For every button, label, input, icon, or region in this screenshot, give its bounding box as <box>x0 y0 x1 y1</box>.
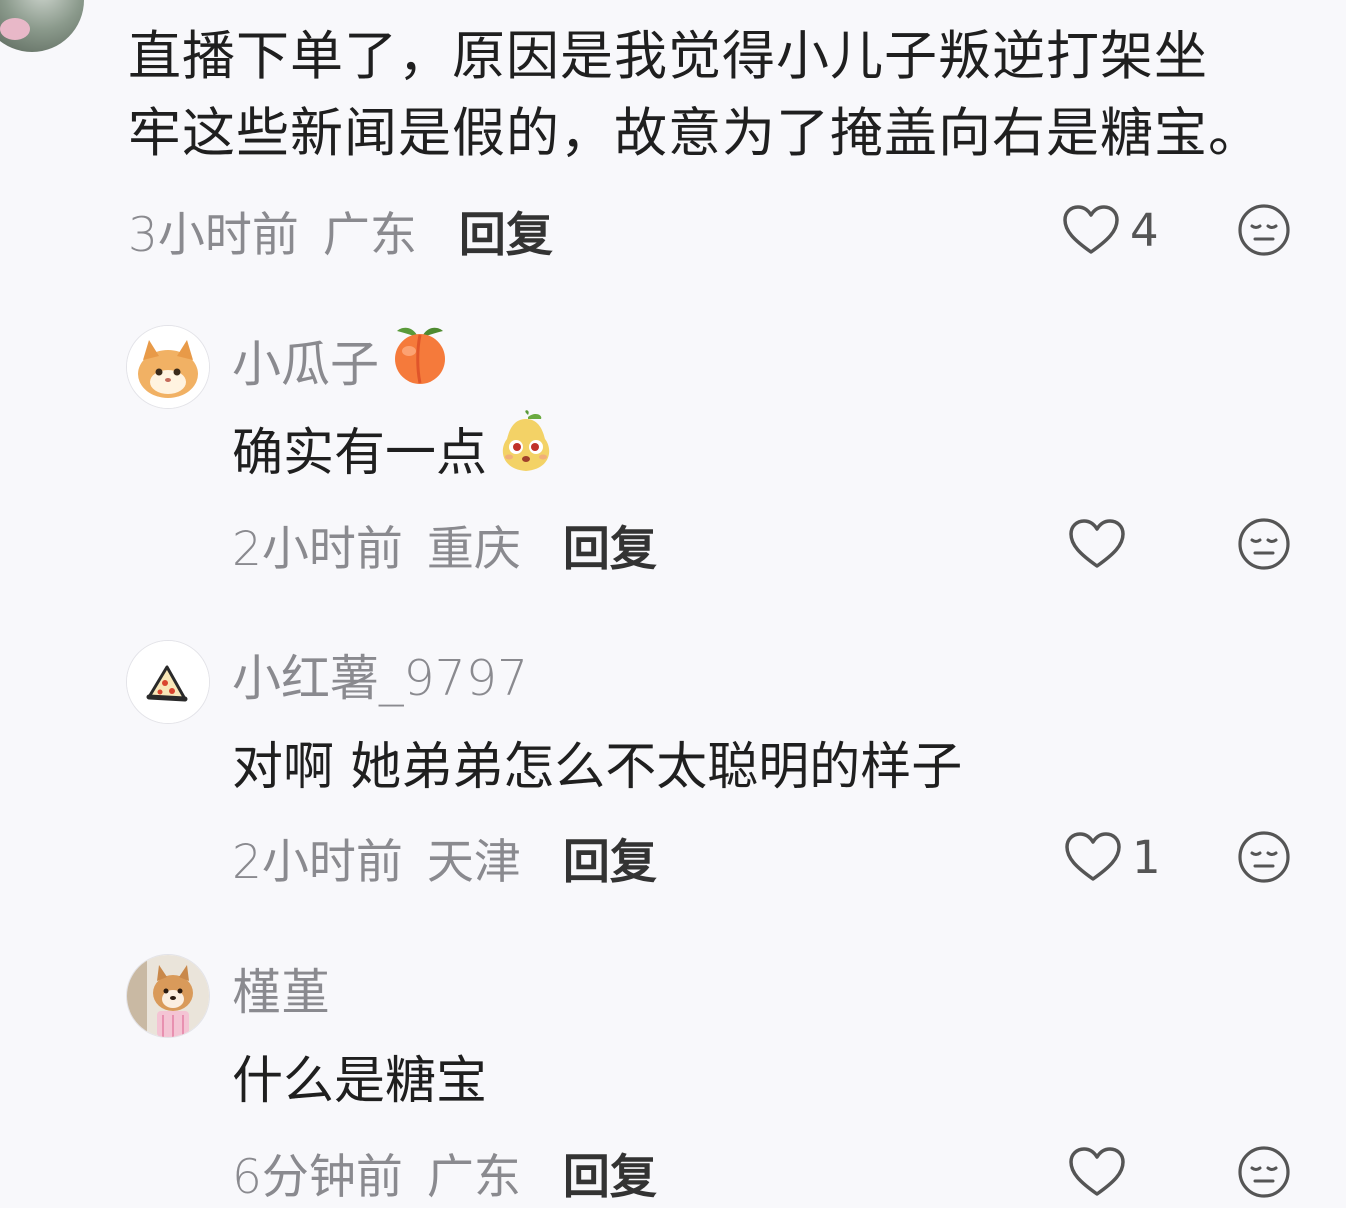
like-button[interactable]: 4 <box>1062 200 1159 260</box>
heart-icon <box>1064 831 1122 883</box>
neutral-face-icon <box>1237 830 1291 884</box>
username-text: 槿堇 <box>232 963 331 1021</box>
comment-location: 重庆 <box>426 521 521 577</box>
neutral-face-icon <box>1237 1145 1291 1199</box>
avatar[interactable] <box>126 954 210 1038</box>
like-count: 4 <box>1130 203 1159 257</box>
neutral-face-icon <box>1237 517 1291 571</box>
emoji-reaction-button[interactable] <box>1237 517 1291 571</box>
avatar[interactable] <box>0 0 84 52</box>
comment-location: 天津 <box>426 834 521 890</box>
comment-time: 2小时前 <box>232 834 403 890</box>
comment-meta: 6分钟前 广东 回复 <box>232 1142 657 1205</box>
comment-meta: 2小时前 天津 回复 <box>232 827 657 890</box>
comment-thread: 直播下单了，原因是我觉得小儿子叛逆打架坐 牢这些新闻是假的，故意为了掩盖向右是糖… <box>0 0 1346 1208</box>
comment-text: 确实有一点 <box>232 409 557 484</box>
username[interactable]: 小瓜子 <box>232 326 453 394</box>
comment-text: 什么是糖宝 <box>232 1040 487 1112</box>
username-text: 小红薯_9797 <box>232 649 529 707</box>
reply-button[interactable]: 回复 <box>563 510 657 579</box>
emoji-reaction-button[interactable] <box>1237 203 1291 257</box>
avatar[interactable] <box>126 640 210 724</box>
comment-text: 直播下单了，原因是我觉得小儿子叛逆打架坐 牢这些新闻是假的，故意为了掩盖向右是糖… <box>128 18 1328 172</box>
comment-location: 广东 <box>322 207 417 263</box>
peach-icon <box>387 321 453 399</box>
username[interactable]: 槿堇 <box>232 954 330 1022</box>
pear-face-icon <box>495 409 557 488</box>
like-button[interactable] <box>1068 1142 1136 1202</box>
username[interactable]: 小红薯_9797 <box>232 640 528 708</box>
heart-icon <box>1068 1146 1126 1198</box>
avatar[interactable] <box>126 325 210 409</box>
emoji-reaction-button[interactable] <box>1237 1145 1291 1199</box>
comment-text-body: 确实有一点 <box>232 424 488 483</box>
comment-time: 6分钟前 <box>232 1149 403 1205</box>
heart-icon <box>1068 518 1126 570</box>
comment-text-body: 什么是糖宝 <box>232 1052 488 1111</box>
username-text: 小瓜子 <box>232 335 380 393</box>
reply-button[interactable]: 回复 <box>459 196 553 265</box>
comment-time: 3小时前 <box>128 207 299 263</box>
comment-location: 广东 <box>426 1149 521 1205</box>
emoji-reaction-button[interactable] <box>1237 830 1291 884</box>
comment-time: 2小时前 <box>232 521 403 577</box>
reply-button[interactable]: 回复 <box>563 1138 657 1207</box>
like-button[interactable] <box>1068 514 1136 574</box>
comment-text: 对啊 她弟弟怎么不太聪明的样子 <box>232 726 962 798</box>
like-button[interactable]: 1 <box>1064 827 1161 887</box>
comment-meta: 3小时前 广东 回复 <box>128 200 553 263</box>
reply-button[interactable]: 回复 <box>563 823 657 892</box>
heart-icon <box>1062 204 1120 256</box>
like-count: 1 <box>1132 830 1161 884</box>
neutral-face-icon <box>1237 203 1291 257</box>
comment-text-body: 对啊 她弟弟怎么不太聪明的样子 <box>232 738 963 797</box>
comment-meta: 2小时前 重庆 回复 <box>232 514 657 577</box>
comment-text-line: 直播下单了，原因是我觉得小儿子叛逆打架坐 <box>128 26 1208 87</box>
comment-text-line: 牢这些新闻是假的，故意为了掩盖向右是糖宝。 <box>128 103 1262 164</box>
